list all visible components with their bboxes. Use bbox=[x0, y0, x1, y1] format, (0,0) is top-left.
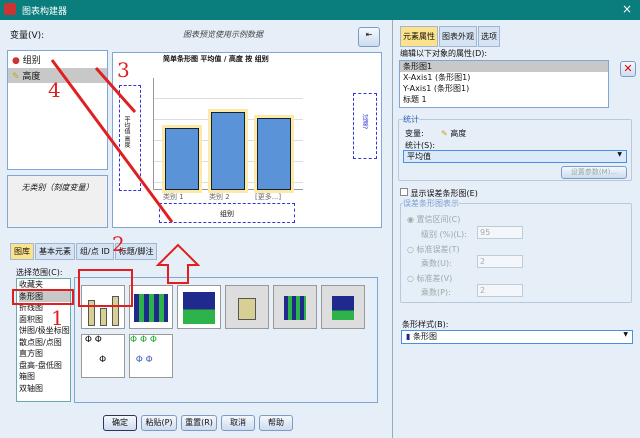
annotation-1: 1 bbox=[51, 306, 64, 330]
annotation-overlay bbox=[12, 59, 201, 307]
annotation-4: 4 bbox=[48, 78, 61, 102]
annotation-2: 2 bbox=[112, 232, 125, 256]
annotation-3: 3 bbox=[117, 58, 130, 82]
